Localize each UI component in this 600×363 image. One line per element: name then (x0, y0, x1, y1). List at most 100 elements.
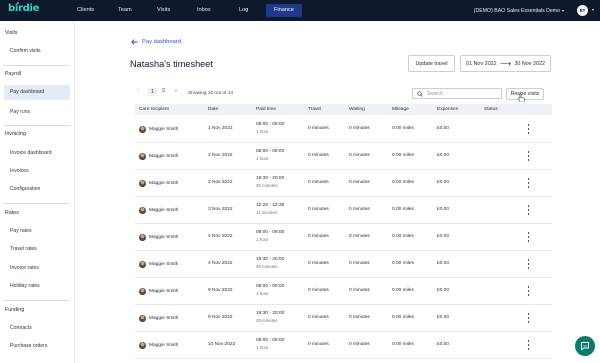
page-number: 1 (148, 88, 157, 96)
care-recipient-cell[interactable]: Maggie Smith (139, 261, 178, 268)
nav-item-clients[interactable]: Clients (77, 0, 94, 21)
nav-item-finance[interactable]: Finance (266, 4, 302, 17)
expenses-value: £0.00 (437, 315, 450, 320)
care-recipient-cell[interactable]: Maggie Smith (139, 126, 178, 133)
table-row[interactable]: Maggie Smith 10 Nov 2022 08:00 - 09:00 1… (135, 332, 552, 359)
birdie-logo[interactable]: birdie (8, 3, 39, 14)
row-actions-kebab-icon[interactable] (527, 151, 530, 161)
sidebar-item-holiday-rates[interactable]: Holiday rates (10, 283, 40, 289)
back-link-label: Pay dashboard (142, 39, 181, 45)
resize-visits-button[interactable]: Resize visits (506, 88, 544, 100)
care-recipient-cell[interactable]: Maggie Smith (139, 315, 178, 322)
recipient-name: Maggie Smith (149, 127, 179, 132)
recipient-name: Maggie Smith (149, 262, 179, 267)
waiting-value: 0 minutes (349, 261, 370, 266)
column-header-waiting[interactable]: Waiting (349, 104, 365, 115)
row-actions-kebab-icon[interactable] (527, 259, 530, 269)
table-row[interactable]: Maggie Smith 1 Nov 2022 08:00 - 09:00 1 … (135, 116, 552, 143)
travel-value: 0 minutes (308, 153, 329, 158)
nav-item-log[interactable]: Log (239, 0, 248, 21)
mileage-value: 0.00 miles (392, 180, 414, 185)
paid-time-range: 19:30 - 20:00 (256, 311, 285, 316)
recipient-avatar (139, 153, 146, 160)
table-row[interactable]: Maggie Smith 4 Nov 2022 08:00 - 09:00 1 … (135, 224, 552, 251)
travel-value: 0 minutes (308, 126, 329, 131)
column-header-care-recipient[interactable]: Care recipient (139, 104, 169, 115)
column-header-travel[interactable]: Travel (308, 104, 321, 115)
column-header-date[interactable]: Date (208, 104, 218, 115)
paid-time-duration: 1 hour (256, 291, 269, 296)
sidebar-item-pay-rates[interactable]: Pay rates (10, 228, 32, 234)
organisation-switcher[interactable]: (DEMO) BAO Sales Essentials Demo ▾ (474, 0, 564, 22)
update-travel-button[interactable]: Update travel (408, 55, 455, 72)
sidebar-section-invoicing: Invoicing (5, 131, 26, 137)
user-avatar[interactable]: ET (577, 5, 588, 16)
care-recipient-cell[interactable]: Maggie Smith (139, 153, 178, 160)
sidebar-divider (4, 300, 70, 301)
back-to-pay-dashboard-link[interactable]: Pay dashboard (131, 39, 181, 45)
sidebar-item-purchase-orders[interactable]: Purchase orders (10, 343, 47, 349)
table-row[interactable]: Maggie Smith 2 Nov 2022 19:30 - 20:00 30… (135, 170, 552, 197)
sidebar-item-travel-rates[interactable]: Travel rates (10, 246, 37, 252)
page-2-button[interactable]: 2 (162, 88, 165, 94)
sidebar-item-pay-runs[interactable]: Pay runs (10, 109, 30, 115)
row-actions-kebab-icon[interactable] (527, 340, 530, 350)
visit-date: 4 Nov 2022 (208, 261, 233, 266)
nav-item-inbox[interactable]: Inbox (197, 0, 211, 21)
sidebar-section-rates: Rates (5, 210, 19, 216)
care-recipient-cell[interactable]: Maggie Smith (139, 207, 178, 214)
sidebar-item-pay-dashboard[interactable]: Pay dashboard (4, 85, 70, 100)
paid-time-range: 08:00 - 09:00 (256, 284, 285, 289)
previous-page-button[interactable]: ‹ (137, 88, 139, 94)
table-row[interactable]: Maggie Smith 4 Nov 2022 19:30 - 20:00 30… (135, 251, 552, 278)
search-icon (417, 90, 423, 97)
column-header-expenses[interactable]: Expenses (437, 104, 458, 115)
next-page-button[interactable]: › (175, 88, 177, 94)
recipient-avatar (139, 234, 146, 241)
nav-item-visits[interactable]: Visits (157, 0, 170, 21)
sidebar-item-invoice-rates[interactable]: Invoice rates (10, 265, 39, 271)
nav-item-team[interactable]: Team (118, 0, 132, 21)
chevron-down-icon[interactable]: ▾ (592, 7, 594, 12)
row-actions-kebab-icon[interactable] (527, 124, 530, 134)
paid-time-duration: 11 minutes (256, 210, 278, 215)
column-header-paid-time[interactable]: Paid time (256, 104, 276, 115)
arrow-right-icon: ⟶ (499, 59, 512, 68)
mileage-value: 0.00 miles (392, 315, 414, 320)
sidebar-item-invoices[interactable]: Invoices (10, 168, 29, 174)
care-recipient-cell[interactable]: Maggie Smith (139, 342, 178, 349)
waiting-value: 0 minutes (349, 234, 370, 239)
care-recipient-cell[interactable]: Maggie Smith (139, 234, 178, 241)
waiting-value: 0 minutes (349, 153, 370, 158)
expenses-value: £0.00 (437, 126, 450, 131)
sidebar-item-contracts[interactable]: Contracts (10, 325, 32, 331)
expenses-value: £0.00 (437, 153, 450, 158)
chat-launcher-button[interactable] (575, 336, 595, 356)
page-1-button[interactable]: 1 (148, 88, 157, 96)
row-actions-kebab-icon[interactable] (527, 205, 530, 215)
date-from: 01 Nov 2022 (466, 60, 497, 67)
table-row[interactable]: Maggie Smith 9 Nov 2022 08:00 - 09:00 1 … (135, 278, 552, 305)
care-recipient-cell[interactable]: Maggie Smith (139, 288, 178, 295)
table-row[interactable]: Maggie Smith 9 Nov 2022 19:30 - 20:00 30… (135, 305, 552, 332)
column-header-status[interactable]: Status (484, 104, 498, 115)
finance-sidebar: Visits Confirm visits Payroll Pay dashbo… (0, 21, 75, 363)
table-row[interactable]: Maggie Smith 2 Nov 2022 08:00 - 09:00 1 … (135, 143, 552, 170)
waiting-value: 0 minutes (349, 288, 370, 293)
sidebar-item-configuration[interactable]: Configuration (10, 186, 40, 192)
sidebar-item-confirm-visits[interactable]: Confirm visits (10, 48, 41, 54)
expenses-value: £0.00 (437, 261, 450, 266)
care-recipient-cell[interactable]: Maggie Smith (139, 180, 178, 187)
row-actions-kebab-icon[interactable] (527, 232, 530, 242)
paid-time-duration: 1 hour (256, 156, 269, 161)
travel-value: 0 minutes (308, 288, 329, 293)
row-actions-kebab-icon[interactable] (527, 313, 530, 323)
column-header-mileage[interactable]: Mileage (392, 104, 409, 115)
date-range-picker[interactable]: 01 Nov 2022 ⟶ 30 Nov 2022 (460, 55, 551, 72)
table-row[interactable]: Maggie Smith 3 Nov 2022 12:25 - 12:36 11… (135, 197, 552, 224)
paid-time-duration: 30 minutes (256, 264, 278, 269)
sidebar-item-invoice-dashboard[interactable]: Invoice dashboard (10, 150, 52, 156)
row-actions-kebab-icon[interactable] (527, 178, 530, 188)
row-actions-kebab-icon[interactable] (527, 286, 530, 296)
search-input[interactable]: Search (412, 88, 502, 99)
